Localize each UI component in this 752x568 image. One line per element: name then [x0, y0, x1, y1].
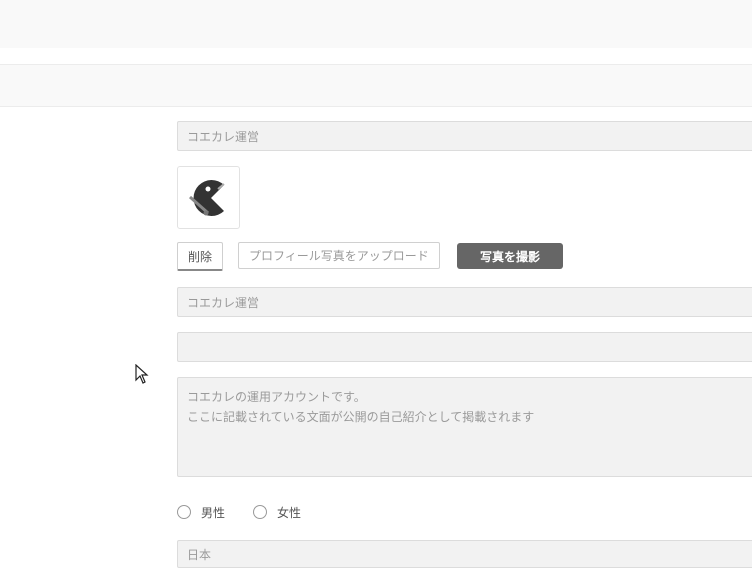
- country-select[interactable]: 日本: [177, 540, 752, 568]
- delete-photo-label: 削除: [187, 249, 212, 264]
- bio-textarea[interactable]: コエカレの運用アカウントです。 ここに記載されている文面が公開の自己紹介として掲…: [177, 377, 752, 477]
- top-header-bar: [0, 0, 752, 48]
- upload-photo-placeholder: プロフィール写真をアップロード: [249, 249, 429, 263]
- display-name-value: コエカレ運営: [187, 129, 260, 144]
- gender-male-label: 男性: [201, 505, 226, 520]
- sub-header-bar: [0, 64, 752, 107]
- mouse-pointer-icon: [135, 363, 149, 388]
- avatar-image-icon: [189, 180, 225, 216]
- country-value: 日本: [187, 547, 212, 562]
- account-name-value: コエカレ運営: [187, 295, 260, 310]
- bio-line-1: コエカレの運用アカウントです。: [187, 390, 366, 404]
- account-name-field[interactable]: コエカレ運営: [177, 287, 752, 317]
- gender-female-radio[interactable]: 女性: [253, 504, 301, 520]
- bio-line-2: ここに記載されている文面が公開の自己紹介として掲載されます: [187, 410, 535, 424]
- gender-female-label: 女性: [277, 505, 302, 520]
- take-photo-button[interactable]: 写真を撮影: [457, 243, 563, 269]
- display-name-field[interactable]: コエカレ運営: [177, 121, 752, 151]
- avatar: [177, 166, 240, 229]
- gender-male-radio[interactable]: 男性: [177, 504, 225, 520]
- empty-text-field[interactable]: [177, 332, 752, 362]
- take-photo-label: 写真を撮影: [479, 249, 540, 264]
- radio-circle-icon: [177, 505, 191, 519]
- radio-circle-icon: [253, 505, 267, 519]
- delete-photo-button[interactable]: 削除: [177, 242, 223, 271]
- upload-photo-input[interactable]: プロフィール写真をアップロード: [238, 242, 440, 269]
